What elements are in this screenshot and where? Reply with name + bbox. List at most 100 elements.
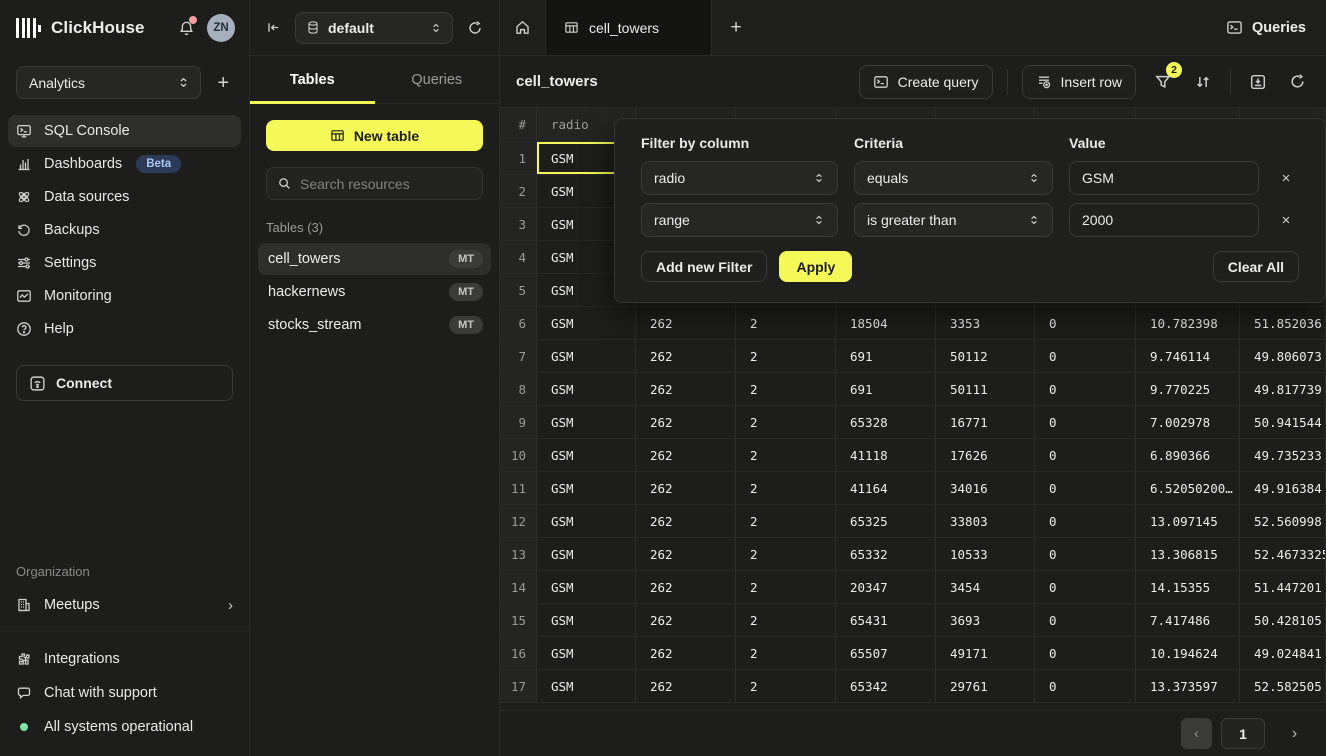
table-cell[interactable]: 3693 [936, 604, 1035, 637]
notifications-button[interactable] [175, 17, 197, 39]
table-cell[interactable]: 262 [636, 472, 736, 505]
tab-queries[interactable]: Queries [375, 56, 500, 103]
home-button[interactable] [500, 0, 546, 55]
table-cell[interactable]: 262 [636, 637, 736, 670]
table-cell[interactable]: 49.024841 [1240, 637, 1326, 670]
table-cell[interactable]: GSM [537, 373, 636, 406]
filter-column-select-2[interactable]: range [641, 203, 838, 237]
sidebar-item-backups[interactable]: Backups [8, 214, 241, 246]
sidebar-item-help[interactable]: Help [8, 313, 241, 345]
table-cell[interactable]: 262 [636, 571, 736, 604]
sort-button[interactable] [1190, 69, 1216, 95]
table-cell[interactable]: 65332 [836, 538, 936, 571]
column-header[interactable]: # [500, 108, 537, 142]
table-cell[interactable]: 0 [1035, 307, 1136, 340]
table-cell[interactable]: 18504 [836, 307, 936, 340]
table-cell[interactable]: 2 [736, 340, 836, 373]
table-cell[interactable]: 2 [736, 571, 836, 604]
table-cell[interactable]: 7.417486 [1136, 604, 1240, 637]
table-cell[interactable]: 10.194624 [1136, 637, 1240, 670]
sidebar-item-integrations[interactable]: Integrations [16, 644, 233, 674]
table-cell[interactable]: 51.852036 [1240, 307, 1326, 340]
add-new-filter-button[interactable]: Add new Filter [641, 251, 767, 282]
table-cell[interactable]: 0 [1035, 571, 1136, 604]
table-cell[interactable]: 49171 [936, 637, 1035, 670]
table-item-cell-towers[interactable]: cell_towers MT [258, 243, 491, 275]
filter-column-select-1[interactable]: radio [641, 161, 838, 195]
system-status[interactable]: All systems operational [16, 712, 233, 742]
new-tab-button[interactable]: + [712, 0, 760, 55]
table-cell[interactable]: 2 [736, 637, 836, 670]
table-item-stocks-stream[interactable]: stocks_stream MT [258, 309, 491, 341]
table-cell[interactable]: 65328 [836, 406, 936, 439]
table-item-hackernews[interactable]: hackernews MT [258, 276, 491, 308]
table-cell[interactable]: 262 [636, 307, 736, 340]
table-cell[interactable]: GSM [537, 340, 636, 373]
sidebar-item-sql-console[interactable]: SQL Console [8, 115, 241, 147]
table-cell[interactable]: 3454 [936, 571, 1035, 604]
table-cell[interactable]: 7.002978 [1136, 406, 1240, 439]
table-cell[interactable]: 0 [1035, 472, 1136, 505]
apply-filters-button[interactable]: Apply [779, 251, 852, 282]
connect-button[interactable]: Connect [16, 365, 233, 401]
table-cell[interactable]: 0 [1035, 604, 1136, 637]
avatar[interactable]: ZN [207, 14, 235, 42]
table-cell[interactable]: 0 [1035, 340, 1136, 373]
table-cell[interactable]: 262 [636, 604, 736, 637]
new-table-button[interactable]: New table [266, 120, 483, 151]
table-cell[interactable]: 0 [1035, 439, 1136, 472]
sidebar-item-data-sources[interactable]: Data sources [8, 181, 241, 213]
table-cell[interactable]: 9.770225 [1136, 373, 1240, 406]
table-cell[interactable]: 2 [736, 505, 836, 538]
remove-filter-button-2[interactable]: × [1275, 212, 1297, 229]
table-cell[interactable]: GSM [537, 571, 636, 604]
workspace-select[interactable]: Analytics [16, 66, 201, 99]
table-cell[interactable]: 262 [636, 439, 736, 472]
filter-button[interactable]: 2 [1150, 69, 1176, 95]
next-page-button[interactable]: › [1279, 718, 1310, 749]
table-cell[interactable]: 6.890366 [1136, 439, 1240, 472]
doc-tab-cell-towers[interactable]: cell_towers [546, 0, 712, 55]
table-cell[interactable]: 65431 [836, 604, 936, 637]
table-cell[interactable]: 29761 [936, 670, 1035, 703]
table-cell[interactable]: 0 [1035, 637, 1136, 670]
table-cell[interactable]: 9.746114 [1136, 340, 1240, 373]
table-cell[interactable]: 262 [636, 406, 736, 439]
table-cell[interactable]: 52.4673325 [1240, 538, 1326, 571]
filter-value-input-1[interactable] [1069, 161, 1259, 195]
table-cell[interactable]: 0 [1035, 406, 1136, 439]
insert-row-button[interactable]: Insert row [1022, 65, 1136, 99]
table-cell[interactable]: 2 [736, 307, 836, 340]
table-cell[interactable]: 17626 [936, 439, 1035, 472]
table-cell[interactable]: 2 [736, 406, 836, 439]
table-cell[interactable]: GSM [537, 604, 636, 637]
table-cell[interactable]: 50111 [936, 373, 1035, 406]
table-cell[interactable]: 49.916384 [1240, 472, 1326, 505]
table-cell[interactable]: 2 [736, 439, 836, 472]
table-cell[interactable]: GSM [537, 505, 636, 538]
table-cell[interactable]: 2 [736, 670, 836, 703]
table-cell[interactable]: 262 [636, 340, 736, 373]
remove-filter-button-1[interactable]: × [1275, 170, 1297, 187]
table-cell[interactable]: 50.428105 [1240, 604, 1326, 637]
sidebar-item-meetups[interactable]: Meetups › [8, 589, 241, 621]
table-cell[interactable]: 0 [1035, 373, 1136, 406]
table-cell[interactable]: 51.447201 [1240, 571, 1326, 604]
table-cell[interactable]: GSM [537, 538, 636, 571]
refresh-tables-button[interactable] [467, 20, 483, 36]
create-query-button[interactable]: Create query [859, 65, 993, 99]
queries-button[interactable]: Queries [1206, 0, 1326, 55]
table-cell[interactable]: 262 [636, 373, 736, 406]
clear-all-filters-button[interactable]: Clear All [1213, 251, 1299, 282]
table-cell[interactable]: 2 [736, 472, 836, 505]
filter-value-input-2[interactable] [1069, 203, 1259, 237]
search-resources-input[interactable] [300, 176, 472, 192]
table-cell[interactable]: GSM [537, 670, 636, 703]
filter-criteria-select-2[interactable]: is greater than [854, 203, 1053, 237]
table-cell[interactable]: 10533 [936, 538, 1035, 571]
table-cell[interactable]: 691 [836, 373, 936, 406]
table-cell[interactable]: 41118 [836, 439, 936, 472]
filter-criteria-select-1[interactable]: equals [854, 161, 1053, 195]
table-cell[interactable]: GSM [537, 637, 636, 670]
table-cell[interactable]: 14.15355 [1136, 571, 1240, 604]
